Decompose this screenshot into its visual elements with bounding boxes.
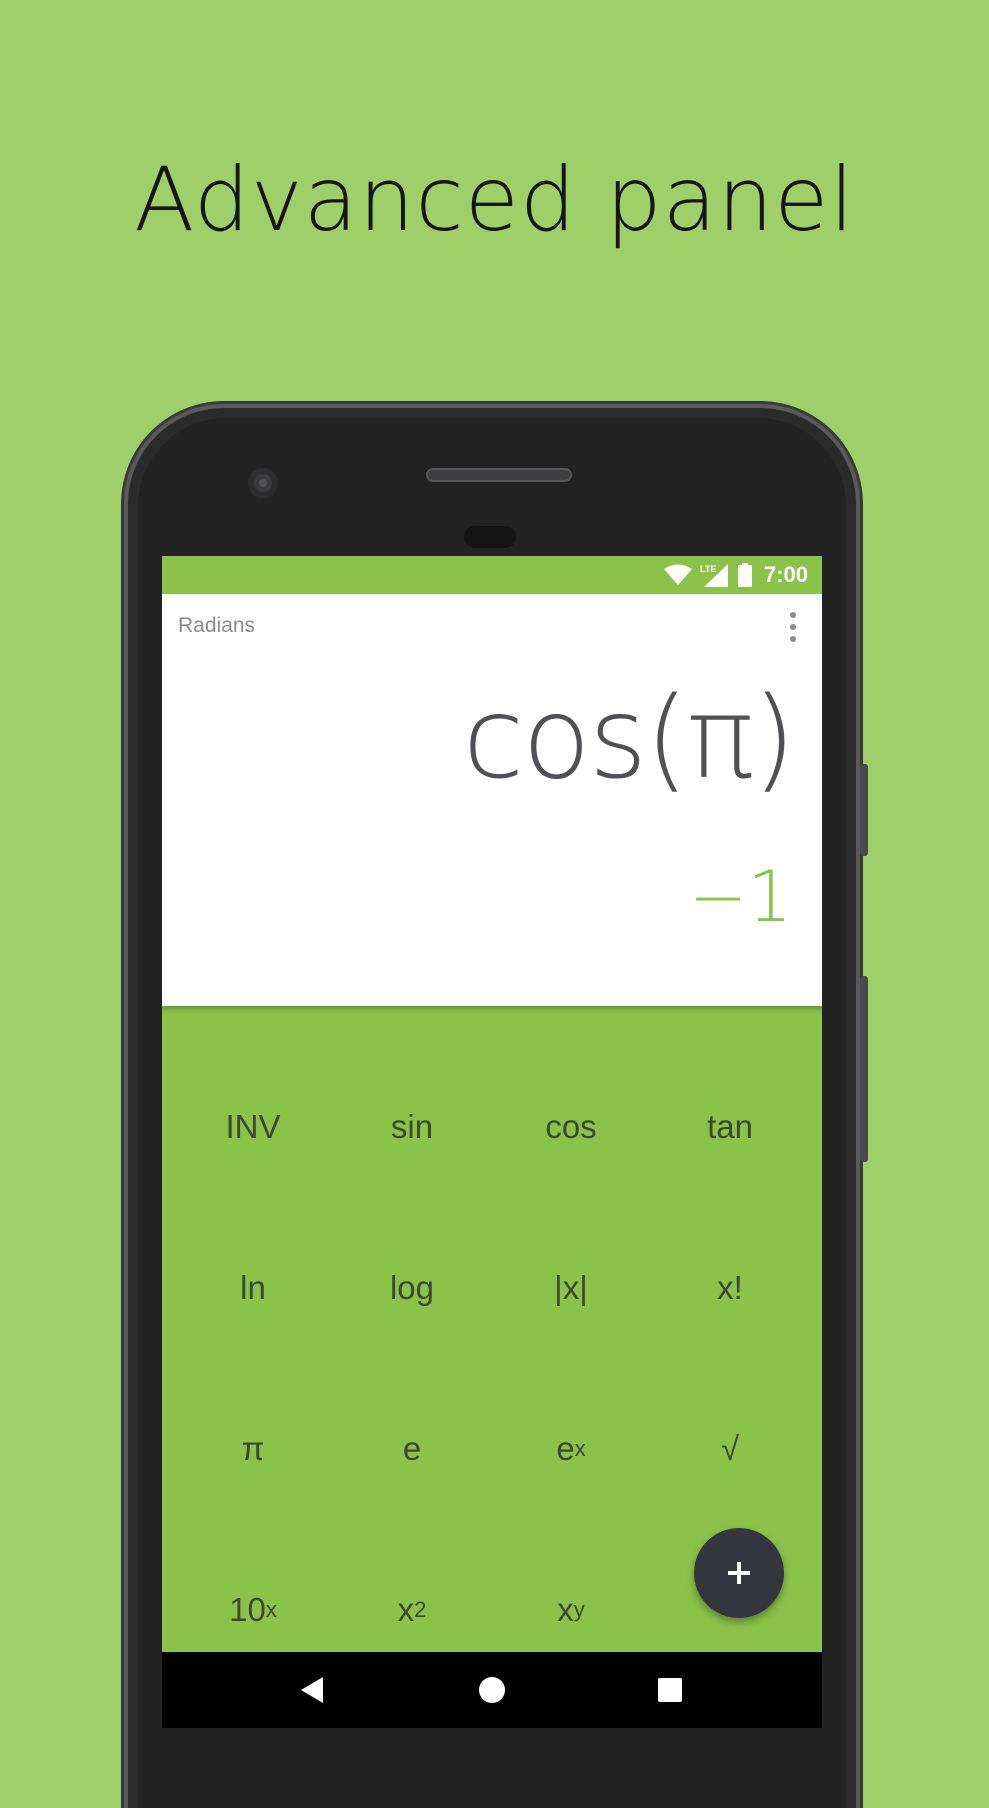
proximity-sensor <box>464 526 516 548</box>
key-tan[interactable]: tan <box>650 1072 810 1182</box>
earpiece-speaker <box>426 468 572 482</box>
wifi-icon <box>663 564 692 585</box>
status-bar: LTE 7:00 <box>162 556 822 594</box>
key-cos[interactable]: cos <box>491 1072 651 1182</box>
home-icon <box>479 1677 505 1703</box>
key-factorial[interactable]: x! <box>650 1233 810 1343</box>
key-exp[interactable]: ex <box>491 1394 651 1504</box>
add-fab-button[interactable] <box>694 1528 784 1618</box>
formula-text[interactable]: cos(π) <box>463 674 796 804</box>
menu-dot <box>790 612 796 618</box>
key-power-base: x <box>557 1591 574 1628</box>
recents-icon <box>658 1678 682 1702</box>
key-inv[interactable]: INV <box>173 1072 333 1182</box>
key-square[interactable]: x2 <box>332 1555 492 1665</box>
key-ln[interactable]: ln <box>173 1233 333 1343</box>
network-label: LTE <box>700 564 716 574</box>
calculator-display: Radians cos(π) −1 <box>162 594 822 1006</box>
lte-signal-icon: LTE <box>700 564 728 587</box>
key-e[interactable]: e <box>332 1394 492 1504</box>
key-exp-base: e <box>556 1430 575 1467</box>
key-ten-power[interactable]: 10 x <box>173 1555 333 1665</box>
front-camera <box>248 468 278 498</box>
key-log[interactable]: log <box>332 1233 492 1343</box>
navigation-bar <box>162 1652 822 1728</box>
result-text[interactable]: −1 <box>689 856 792 938</box>
key-ten-power-base: 10 <box>229 1591 266 1628</box>
home-button[interactable] <box>472 1670 512 1710</box>
power-button <box>860 764 868 856</box>
status-icons: LTE 7:00 <box>663 556 808 594</box>
menu-dot <box>790 624 796 630</box>
key-square-base: x <box>397 1591 415 1628</box>
volume-button <box>860 976 868 1162</box>
key-sin[interactable]: sin <box>332 1072 492 1182</box>
recents-button[interactable] <box>650 1670 690 1710</box>
menu-dot <box>790 636 796 642</box>
status-time: 7:00 <box>763 562 808 587</box>
key-pi[interactable]: π <box>173 1394 333 1504</box>
phone-screen: LTE 7:00 Radians cos(π) −1 INV sin cos t… <box>162 556 822 1728</box>
page-headline: Advanced panel <box>134 148 855 251</box>
key-sqrt[interactable]: √ <box>650 1394 810 1504</box>
battery-icon <box>737 563 752 587</box>
back-button[interactable] <box>292 1670 332 1710</box>
angle-mode-label[interactable]: Radians <box>178 614 255 638</box>
key-abs[interactable]: |x| <box>491 1233 651 1343</box>
back-icon <box>301 1677 323 1703</box>
key-power[interactable]: xy <box>491 1555 651 1665</box>
plus-icon <box>728 1562 750 1584</box>
more-vert-icon[interactable] <box>788 612 798 642</box>
